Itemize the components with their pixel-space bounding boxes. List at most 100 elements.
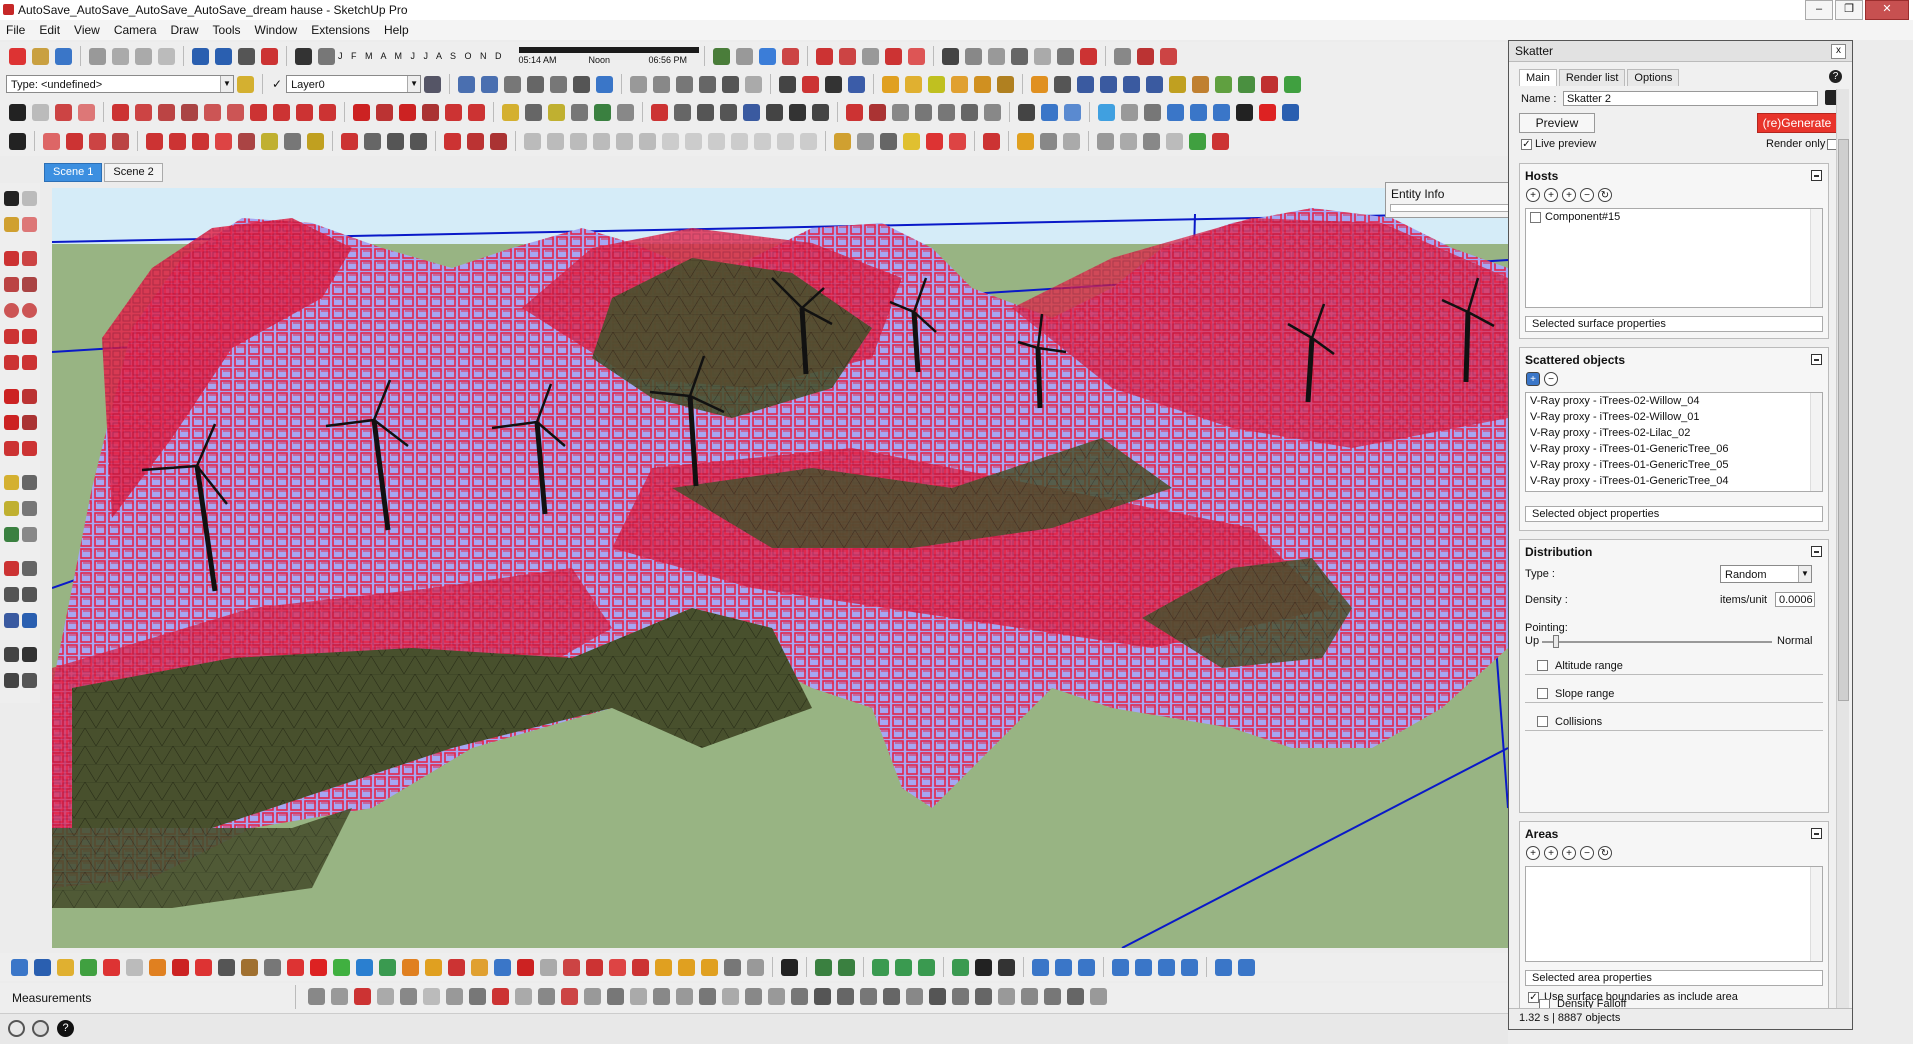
vray-lights-icon[interactable] <box>907 47 925 65</box>
right-view-icon[interactable] <box>527 75 545 93</box>
pan-icon[interactable] <box>674 103 691 121</box>
component-icon[interactable] <box>22 191 37 206</box>
walk-icon[interactable] <box>4 673 19 688</box>
vray-material-icon[interactable] <box>884 47 902 65</box>
plugin-n-icon[interactable] <box>607 988 624 1005</box>
type-dropdown[interactable]: Type: <undefined> ▼ <box>6 75 234 93</box>
plugin-aa-icon[interactable] <box>906 988 923 1005</box>
component-icon[interactable] <box>490 132 507 150</box>
plugin-ac-icon[interactable] <box>952 988 969 1005</box>
shadow-time-slider[interactable]: 05:14 AM Noon 06:56 PM <box>518 45 699 67</box>
rectangle-icon[interactable] <box>158 103 175 121</box>
live-preview-checkbox[interactable]: ✓ <box>1521 139 1532 150</box>
plugin-table-4-icon[interactable] <box>1181 958 1198 976</box>
arc-icon[interactable] <box>250 103 267 121</box>
plugin-star-icon[interactable] <box>1169 75 1187 93</box>
shadows-icon[interactable] <box>295 47 312 65</box>
2pt-arc-icon[interactable] <box>273 103 290 121</box>
solid-union-icon[interactable] <box>524 132 541 150</box>
plugin-6-icon[interactable] <box>997 75 1015 93</box>
hosts-scrollbar[interactable] <box>1810 209 1822 307</box>
shape-hexagon-icon[interactable] <box>754 132 771 150</box>
plugin-i-icon[interactable] <box>492 988 509 1005</box>
plugin-table-2-icon[interactable] <box>1135 958 1152 976</box>
plugin-1-icon[interactable] <box>882 75 900 93</box>
shadow-settings-icon[interactable] <box>834 132 851 150</box>
plugin-star-icon[interactable] <box>494 958 511 976</box>
plugin-orange-icon[interactable] <box>149 958 166 976</box>
omni-light-icon[interactable] <box>941 47 959 65</box>
box-2-icon[interactable] <box>1040 132 1057 150</box>
plugin-dots-icon[interactable] <box>724 958 741 976</box>
plugin-ah-icon[interactable] <box>1067 988 1084 1005</box>
plugin-ad-icon[interactable] <box>975 988 992 1005</box>
move-icon[interactable] <box>353 103 370 121</box>
view-cube-icon[interactable] <box>1041 103 1058 121</box>
polygon-icon[interactable] <box>22 303 37 318</box>
smoove-icon[interactable] <box>892 103 909 121</box>
tape-icon[interactable] <box>261 132 278 150</box>
tab-options[interactable]: Options <box>1627 69 1680 86</box>
help-icon[interactable]: ? <box>1829 70 1842 83</box>
shape-round-icon[interactable] <box>800 132 817 150</box>
circle-icon[interactable] <box>204 103 221 121</box>
box-3-icon[interactable] <box>1063 132 1080 150</box>
plugin-arc-icon[interactable] <box>425 958 442 976</box>
solid-intersect-icon[interactable] <box>593 132 610 150</box>
list-item[interactable]: V-Ray proxy - iTrees-01-GenericTree_04 <box>1526 473 1822 489</box>
axes-icon[interactable] <box>594 103 611 121</box>
plugin-plus-black-icon[interactable] <box>975 958 992 976</box>
ruby-rb-icon[interactable] <box>1146 75 1164 93</box>
paint-bucket-icon[interactable] <box>55 103 72 121</box>
3d-text-icon[interactable] <box>617 103 634 121</box>
ruby-m-icon[interactable] <box>1031 75 1049 93</box>
credits-icon[interactable] <box>32 1020 49 1037</box>
list-item[interactable]: V-Ray proxy - iTrees-02-Willow_01 <box>1526 409 1822 425</box>
pie-icon[interactable] <box>319 103 336 121</box>
menu-file[interactable]: File <box>0 23 33 37</box>
proxy-import-icon[interactable] <box>1136 47 1154 65</box>
orbit-icon[interactable] <box>651 103 668 121</box>
name-input[interactable]: Skatter 2 <box>1563 91 1818 106</box>
follow-me-icon[interactable] <box>22 415 37 430</box>
section-fill-icon[interactable] <box>848 75 866 93</box>
remove-object-icon[interactable]: − <box>1544 372 1558 386</box>
vray-options-icon[interactable] <box>838 47 856 65</box>
plugin-ae-icon[interactable] <box>998 988 1015 1005</box>
plugin-cube-icon[interactable] <box>540 958 557 976</box>
collapse-icon[interactable] <box>1811 354 1822 365</box>
paste-icon[interactable] <box>135 47 152 65</box>
plugin-spiral-icon[interactable] <box>448 958 465 976</box>
grid-icon[interactable] <box>949 132 966 150</box>
face-2-icon[interactable] <box>1120 132 1137 150</box>
share-icon[interactable] <box>467 132 484 150</box>
plugin-plant-icon[interactable] <box>1215 75 1233 93</box>
plugin-blue-icon[interactable] <box>11 958 28 976</box>
axis-align-icon[interactable] <box>1018 103 1035 121</box>
plugin-lines-icon[interactable] <box>872 958 889 976</box>
plugin-p-icon[interactable] <box>653 988 670 1005</box>
line-icon[interactable] <box>4 251 19 266</box>
play-icon[interactable] <box>1236 103 1253 121</box>
sandbox-from-scratch-icon[interactable] <box>869 103 886 121</box>
rect-light-icon[interactable] <box>964 47 982 65</box>
plugin-triangle-icon[interactable] <box>379 958 396 976</box>
distribution-type-select[interactable]: Random ▼ <box>1720 565 1812 583</box>
select-icon[interactable] <box>9 103 26 121</box>
sandbox-from-contours-icon[interactable] <box>846 103 863 121</box>
scale-icon[interactable] <box>4 441 19 456</box>
section-plane-icon[interactable] <box>779 75 797 93</box>
plugin-red-2-icon[interactable] <box>172 958 189 976</box>
add-host-group-icon[interactable]: + <box>1544 188 1558 202</box>
freehand-icon[interactable] <box>22 251 37 266</box>
face-5-icon[interactable] <box>1212 132 1229 150</box>
pointing-slider[interactable] <box>1542 635 1772 648</box>
menu-view[interactable]: View <box>68 23 108 37</box>
follow-me-icon[interactable] <box>422 103 439 121</box>
face-3-icon[interactable] <box>1166 132 1183 150</box>
add-host-icon[interactable]: + <box>1526 188 1540 202</box>
tab-render-list[interactable]: Render list <box>1558 69 1626 86</box>
density-input[interactable]: 0.0006 <box>1775 592 1815 607</box>
list-item[interactable]: V-Ray proxy - iTrees-01-GenericTree_06 <box>1526 441 1822 457</box>
plugin-b-icon[interactable] <box>331 988 348 1005</box>
